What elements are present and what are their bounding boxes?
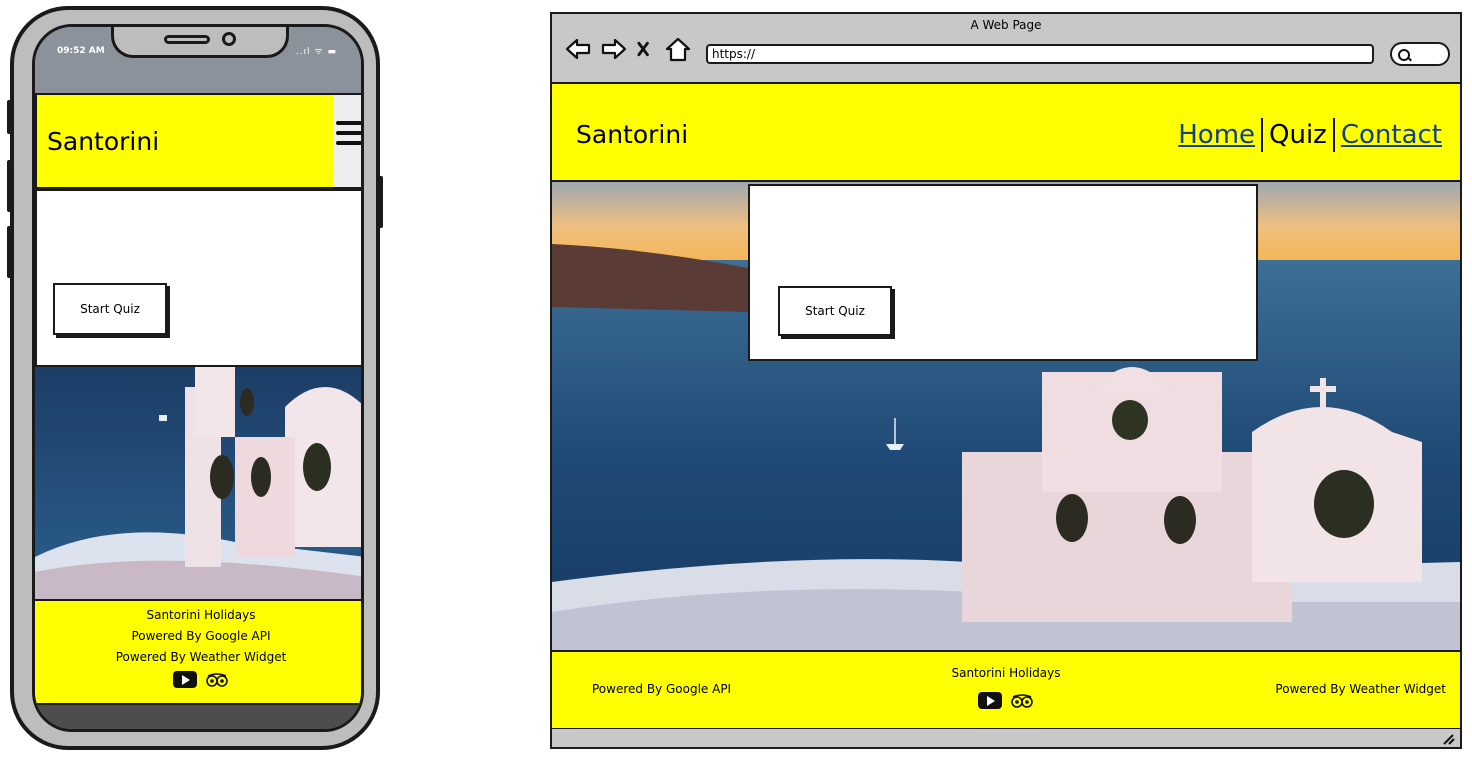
site-title: Santorini — [576, 120, 689, 149]
back-arrow-icon[interactable] — [564, 36, 592, 62]
home-icon[interactable] — [664, 36, 692, 62]
tripadvisor-icon[interactable] — [205, 671, 229, 688]
nav-link-quiz[interactable]: Quiz — [1263, 120, 1333, 150]
mobile-footer: Santorini Holidays Powered By Google API… — [35, 599, 361, 705]
nav-link-home[interactable]: Home — [1172, 120, 1261, 150]
phone-bottom-bar — [35, 705, 361, 729]
footer-brand: Santorini Holidays — [146, 608, 256, 622]
footer-powered-weather: Powered By Weather Widget — [1275, 682, 1446, 696]
desktop-footer: Powered By Google API Santorini Holidays… — [552, 650, 1460, 729]
resize-handle-icon[interactable] — [1442, 733, 1456, 745]
window-title: A Web Page — [970, 18, 1042, 32]
quiz-panel: Start Quiz — [748, 184, 1258, 361]
browser-viewport: Santorini Home Quiz Contact Start Quiz P… — [552, 82, 1460, 729]
social-links — [978, 692, 1034, 709]
nav-link-contact[interactable]: Contact — [1335, 120, 1448, 150]
phone-frame: 09:52 AM ..ıl ᯤ ▬ Santorini Start Quiz S… — [10, 6, 380, 750]
status-time: 09:52 AM — [57, 46, 105, 56]
footer-powered-weather: Powered By Weather Widget — [115, 650, 287, 664]
forward-arrow-icon[interactable] — [600, 36, 628, 62]
phone-notch — [111, 27, 289, 58]
close-x-icon[interactable] — [636, 36, 656, 62]
tripadvisor-icon[interactable] — [1010, 692, 1034, 709]
footer-brand: Santorini Holidays — [951, 666, 1061, 680]
browser-nav-buttons — [564, 36, 692, 62]
youtube-icon[interactable] — [978, 692, 1002, 709]
speaker-grille — [164, 35, 210, 44]
mobile-header: Santorini — [35, 93, 335, 189]
phone-screen: 09:52 AM ..ıl ᯤ ▬ Santorini Start Quiz S… — [32, 24, 364, 732]
start-quiz-button[interactable]: Start Quiz — [778, 286, 892, 336]
hamburger-icon[interactable] — [333, 93, 361, 189]
search-icon[interactable] — [1390, 42, 1450, 66]
hero-image — [35, 367, 361, 599]
quiz-panel: Start Quiz — [35, 189, 361, 367]
camera-icon — [222, 32, 236, 46]
address-bar[interactable]: https:// — [706, 44, 1374, 64]
youtube-icon[interactable] — [173, 671, 197, 688]
social-links — [173, 671, 229, 688]
footer-powered-google: Powered By Google API — [131, 629, 271, 643]
site-title: Santorini — [47, 127, 160, 156]
desktop-header: Santorini Home Quiz Contact — [552, 84, 1460, 182]
main-nav: Home Quiz Contact — [1172, 118, 1448, 152]
browser-window: A Web Page https:// Santorini Home Quiz … — [550, 12, 1462, 749]
status-icons: ..ıl ᯤ ▬ — [295, 47, 337, 57]
start-quiz-button[interactable]: Start Quiz — [53, 283, 167, 335]
